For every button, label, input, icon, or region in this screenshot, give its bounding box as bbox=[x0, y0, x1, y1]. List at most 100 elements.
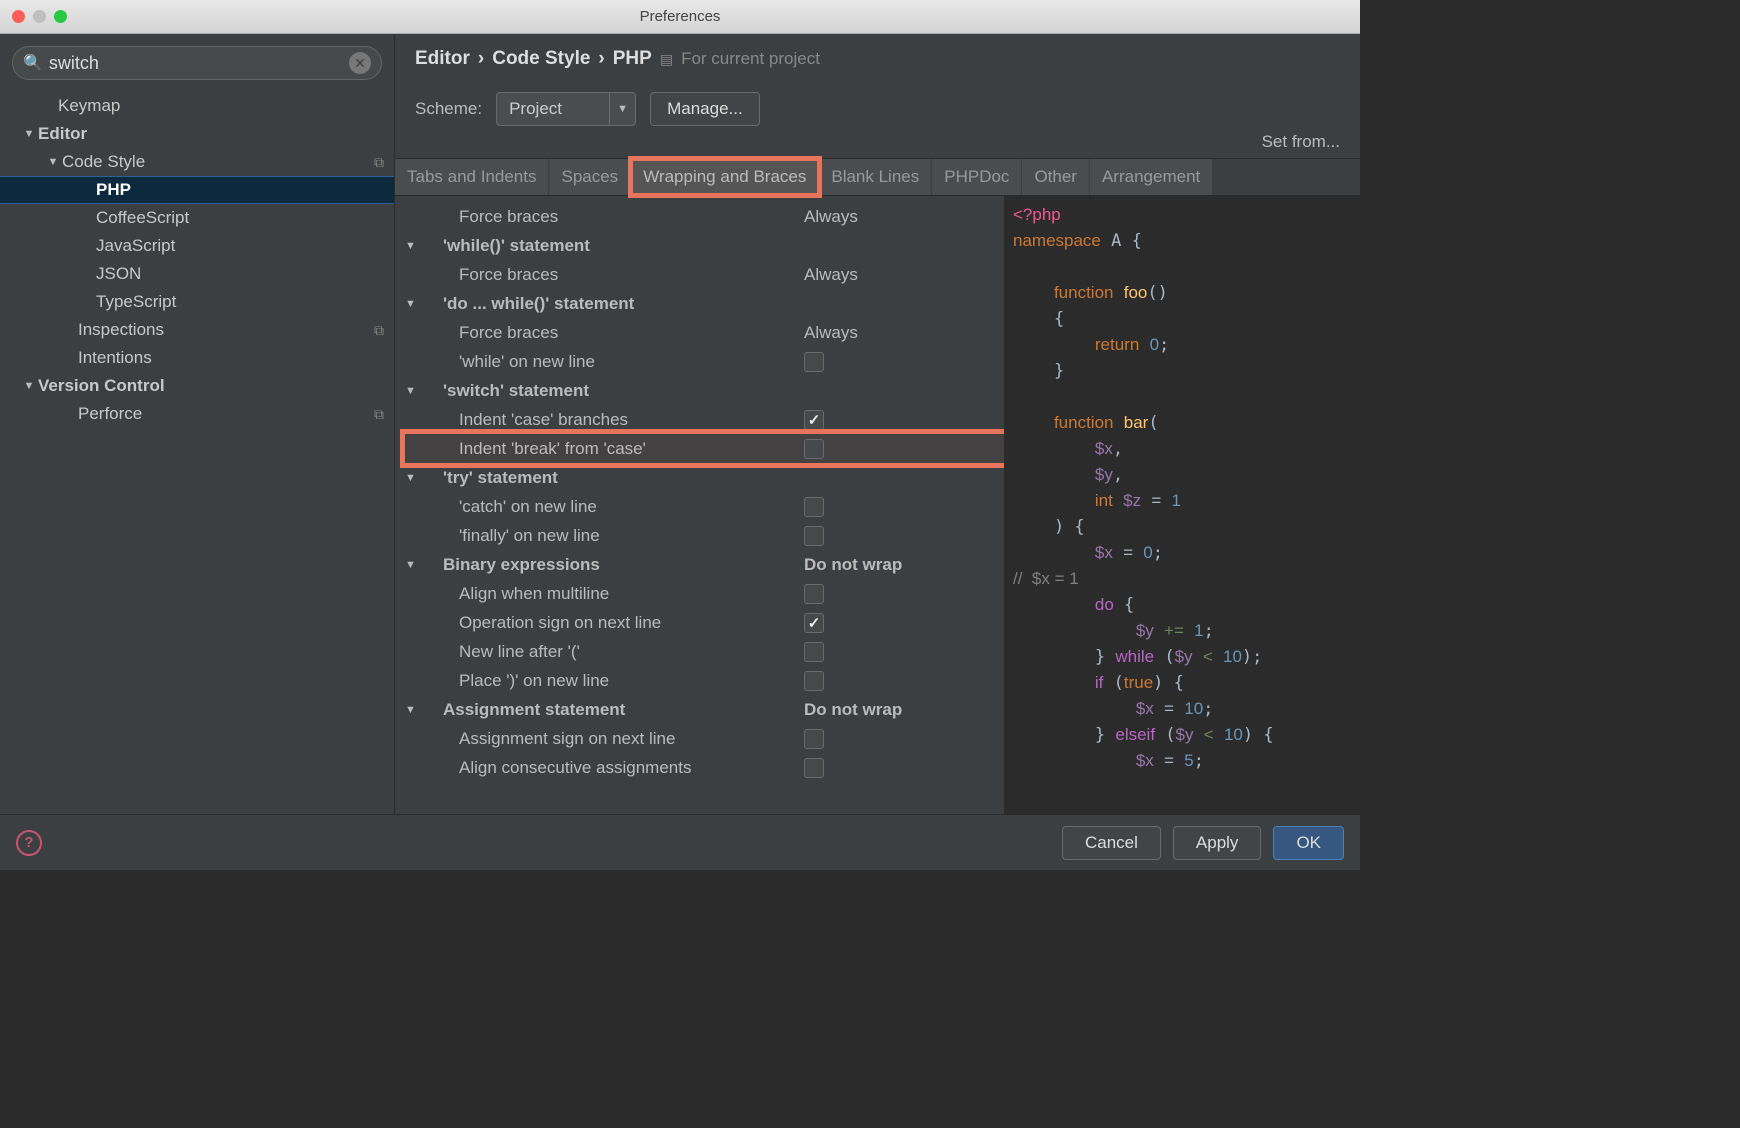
chevron-down-icon: ▼ bbox=[405, 385, 423, 397]
tree-item-label: PHP bbox=[96, 180, 131, 200]
setting-align-when-multiline[interactable]: Align when multiline bbox=[405, 579, 1004, 608]
checkbox[interactable] bbox=[804, 410, 824, 430]
checkbox[interactable] bbox=[804, 439, 824, 459]
setting-assignment-sign-on-next-line[interactable]: Assignment sign on next line bbox=[405, 724, 1004, 753]
checkbox[interactable] bbox=[804, 352, 824, 372]
crumb-php[interactable]: PHP bbox=[613, 48, 652, 70]
tree-item-php[interactable]: PHP bbox=[0, 176, 394, 204]
minimize-window-button[interactable] bbox=[33, 10, 46, 23]
setting-force-braces[interactable]: Force bracesAlways bbox=[405, 202, 1004, 231]
project-icon: ▤ bbox=[660, 51, 673, 68]
apply-button[interactable]: Apply bbox=[1173, 826, 1262, 860]
tree-item-editor[interactable]: ▼Editor bbox=[0, 120, 394, 148]
checkbox[interactable] bbox=[804, 526, 824, 546]
setting-force-braces[interactable]: Force bracesAlways bbox=[405, 318, 1004, 347]
help-button[interactable]: ? bbox=[16, 830, 42, 856]
setting-new-line-after-[interactable]: New line after '(' bbox=[405, 637, 1004, 666]
tree-item-label: Inspections bbox=[78, 320, 164, 340]
tabs: Tabs and IndentsSpacesWrapping and Brace… bbox=[395, 158, 1360, 196]
checkbox[interactable] bbox=[804, 642, 824, 662]
tree-item-javascript[interactable]: JavaScript bbox=[0, 232, 394, 260]
setting--while-statement[interactable]: ▼'while()' statement bbox=[405, 231, 1004, 260]
setting-place-on-new-line[interactable]: Place ')' on new line bbox=[405, 666, 1004, 695]
setting-group-label: 'try' statement bbox=[423, 468, 1004, 488]
crumb-code-style[interactable]: Code Style bbox=[492, 48, 590, 70]
checkbox[interactable] bbox=[804, 584, 824, 604]
setting-label: 'finally' on new line bbox=[405, 526, 804, 546]
tree-item-typescript[interactable]: TypeScript bbox=[0, 288, 394, 316]
tree-item-label: JSON bbox=[96, 264, 141, 284]
clear-search-icon[interactable]: ✕ bbox=[349, 52, 371, 74]
sidebar: 🔍 switch ✕ Keymap▼Editor▼Code Style⧉PHPC… bbox=[0, 34, 395, 814]
setting-value[interactable]: Always bbox=[804, 265, 1004, 285]
setting-indent-break-from-case-[interactable]: Indent 'break' from 'case' bbox=[405, 434, 1004, 463]
setting-group-label: Assignment statement bbox=[423, 700, 804, 720]
setting-binary-expressions[interactable]: ▼Binary expressionsDo not wrap bbox=[405, 550, 1004, 579]
tree-item-coffeescript[interactable]: CoffeeScript bbox=[0, 204, 394, 232]
checkbox[interactable] bbox=[804, 613, 824, 633]
crumb-editor[interactable]: Editor bbox=[415, 48, 470, 70]
tree-item-code-style[interactable]: ▼Code Style⧉ bbox=[0, 148, 394, 176]
tab-other[interactable]: Other bbox=[1022, 159, 1090, 195]
setting--do-while-statement[interactable]: ▼'do ... while()' statement bbox=[405, 289, 1004, 318]
setting-label: Force braces bbox=[405, 265, 804, 285]
setting-label: Place ')' on new line bbox=[405, 671, 804, 691]
chevron-down-icon: ▼ bbox=[405, 704, 423, 716]
tab-arrangement[interactable]: Arrangement bbox=[1090, 159, 1213, 195]
cancel-button[interactable]: Cancel bbox=[1062, 826, 1161, 860]
setting--switch-statement[interactable]: ▼'switch' statement bbox=[405, 376, 1004, 405]
tab-spaces[interactable]: Spaces bbox=[549, 159, 631, 195]
set-from-link[interactable]: Set from... bbox=[1262, 132, 1360, 152]
setting--try-statement[interactable]: ▼'try' statement bbox=[405, 463, 1004, 492]
chevron-down-icon: ▼ bbox=[405, 298, 423, 310]
setting-operation-sign-on-next-line[interactable]: Operation sign on next line bbox=[405, 608, 1004, 637]
setting-align-consecutive-assignments[interactable]: Align consecutive assignments bbox=[405, 753, 1004, 782]
tree-item-inspections[interactable]: Inspections⧉ bbox=[0, 316, 394, 344]
setting--finally-on-new-line[interactable]: 'finally' on new line bbox=[405, 521, 1004, 550]
tab-tabs-and-indents[interactable]: Tabs and Indents bbox=[395, 159, 549, 195]
search-icon: 🔍 bbox=[23, 53, 43, 73]
tree-item-label: TypeScript bbox=[96, 292, 176, 312]
checkbox[interactable] bbox=[804, 758, 824, 778]
tab-phpdoc[interactable]: PHPDoc bbox=[932, 159, 1022, 195]
tree-arrow-icon: ▼ bbox=[46, 156, 60, 168]
manage-button[interactable]: Manage... bbox=[650, 92, 760, 126]
tree-arrow-icon: ▼ bbox=[22, 380, 36, 392]
tree-item-label: Editor bbox=[38, 124, 87, 144]
checkbox[interactable] bbox=[804, 497, 824, 517]
setting-value[interactable]: Do not wrap bbox=[804, 700, 1004, 720]
tab-wrapping-and-braces[interactable]: Wrapping and Braces bbox=[631, 159, 819, 195]
setting-force-braces[interactable]: Force bracesAlways bbox=[405, 260, 1004, 289]
tree-item-version-control[interactable]: ▼Version Control bbox=[0, 372, 394, 400]
setting--while-on-new-line[interactable]: 'while' on new line bbox=[405, 347, 1004, 376]
tree-item-perforce[interactable]: Perforce⧉ bbox=[0, 400, 394, 428]
tree-arrow-icon: ▼ bbox=[22, 128, 36, 140]
setting-assignment-statement[interactable]: ▼Assignment statementDo not wrap bbox=[405, 695, 1004, 724]
tree-item-keymap[interactable]: Keymap bbox=[0, 92, 394, 120]
breadcrumb: Editor › Code Style › PHP ▤ For current … bbox=[395, 34, 1360, 76]
setting-label: 'while' on new line bbox=[405, 352, 804, 372]
scheme-dropdown[interactable]: Project ▼ bbox=[496, 92, 636, 126]
search-input[interactable]: 🔍 switch ✕ bbox=[12, 46, 382, 80]
setting-indent-case-branches[interactable]: Indent 'case' branches bbox=[405, 405, 1004, 434]
chevron-down-icon: ▼ bbox=[405, 240, 423, 252]
tree-item-intentions[interactable]: Intentions bbox=[0, 344, 394, 372]
settings-list[interactable]: Force bracesAlways▼'while()' statementFo… bbox=[395, 196, 1005, 814]
checkbox[interactable] bbox=[804, 671, 824, 691]
close-window-button[interactable] bbox=[12, 10, 25, 23]
tree-item-label: Code Style bbox=[62, 152, 145, 172]
tree-item-json[interactable]: JSON bbox=[0, 260, 394, 288]
settings-tree[interactable]: Keymap▼Editor▼Code Style⧉PHPCoffeeScript… bbox=[0, 92, 394, 814]
setting--catch-on-new-line[interactable]: 'catch' on new line bbox=[405, 492, 1004, 521]
setting-value[interactable]: Do not wrap bbox=[804, 555, 1004, 575]
tab-blank-lines[interactable]: Blank Lines bbox=[819, 159, 932, 195]
maximize-window-button[interactable] bbox=[54, 10, 67, 23]
checkbox[interactable] bbox=[804, 729, 824, 749]
setting-value[interactable]: Always bbox=[804, 323, 1004, 343]
ok-button[interactable]: OK bbox=[1273, 826, 1344, 860]
setting-value[interactable]: Always bbox=[804, 207, 1004, 227]
setting-label: 'catch' on new line bbox=[405, 497, 804, 517]
scheme-label: Scheme: bbox=[415, 99, 482, 119]
setting-group-label: 'while()' statement bbox=[423, 236, 1004, 256]
crumb-note: For current project bbox=[681, 49, 820, 69]
